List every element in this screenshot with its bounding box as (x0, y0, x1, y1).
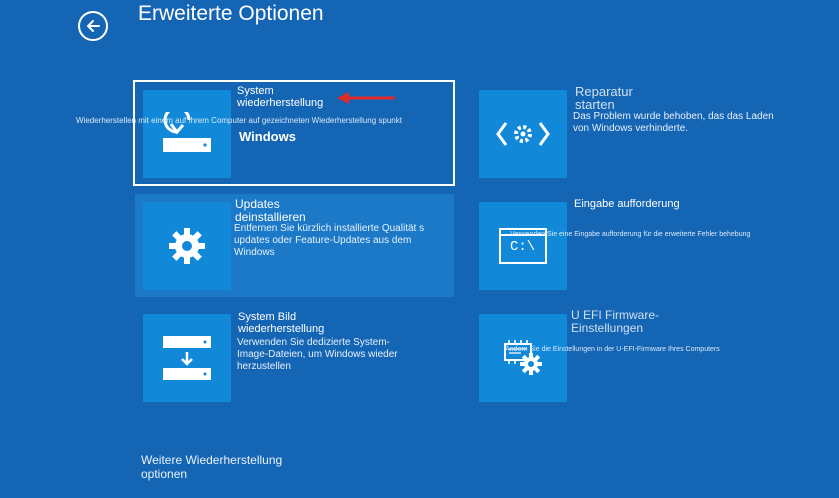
uninstall-updates-description: Entfernen Sie kürzlich installierte Qual… (234, 223, 425, 258)
gear-icon (169, 228, 205, 264)
back-button[interactable] (78, 11, 108, 41)
arrow-left-icon (87, 20, 100, 32)
chip-gear-icon (504, 340, 542, 375)
uefi-settings-tile[interactable] (479, 314, 567, 402)
command-prompt-tile[interactable]: C:\ (479, 202, 567, 290)
startup-repair-tile[interactable] (479, 90, 567, 178)
system-image-recovery-description: Verwenden Sie dedizierte System-Image-Da… (237, 337, 398, 372)
system-restore-os-label: Windows (239, 129, 296, 144)
command-prompt-description: Verwenden Sie eine Eingabe aufforderung … (510, 231, 751, 238)
drive-download-icon (163, 336, 211, 380)
uefi-settings-description: Ändern Sie die Einstellungen in der U-EF… (505, 346, 720, 353)
page-title: Erweiterte Optionen (138, 2, 324, 25)
startup-repair-icon (496, 122, 550, 146)
uefi-settings-title: U EFI Firmware-Einstellungen (571, 308, 659, 335)
terminal-icon-text: C:\ (510, 239, 536, 255)
uninstall-updates-title: Updates deinstallieren (235, 197, 306, 224)
uninstall-updates-tile[interactable] (143, 202, 231, 290)
system-restore-title: System wiederherstellung (237, 85, 324, 109)
startup-repair-description: Das Problem wurde behoben, das das Laden… (573, 111, 774, 134)
more-recovery-options-link[interactable]: Weitere Wiederherstellung optionen (141, 453, 321, 481)
system-restore-tile[interactable] (143, 90, 231, 178)
system-image-recovery-tile[interactable] (143, 314, 231, 402)
startup-repair-title: Reparatur starten (575, 84, 633, 112)
command-prompt-title: Eingabe aufforderung (574, 198, 680, 210)
system-restore-description: Wiederherstellen mit einem auf Ihrem Com… (76, 116, 402, 125)
system-image-recovery-title: System Bild wiederherstellung (238, 311, 325, 335)
red-annotation-arrow (337, 92, 395, 104)
